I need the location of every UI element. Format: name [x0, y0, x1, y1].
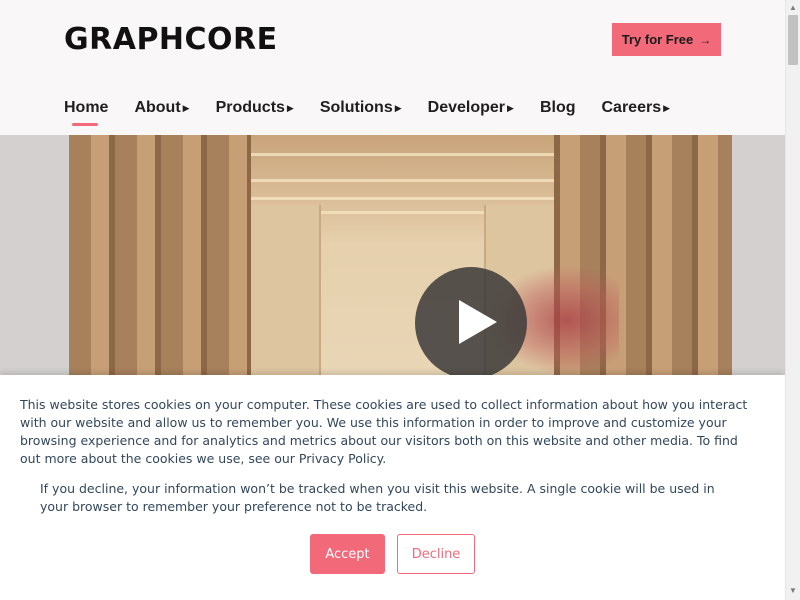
- hero-section: [0, 135, 785, 375]
- cookie-banner: This website stores cookies on your comp…: [0, 375, 785, 600]
- nav-item-about[interactable]: About ▶: [134, 96, 189, 120]
- nav-item-solutions[interactable]: Solutions ▶: [320, 96, 402, 120]
- caret-right-icon: ▶: [663, 102, 671, 113]
- nav-item-label: Blog: [539, 99, 576, 116]
- server-rack-left-image: [69, 135, 251, 375]
- scrollbar-thumb[interactable]: [788, 15, 798, 65]
- site-header: GRAPHCORE Try for Free → Home About ▶ Pr…: [0, 0, 785, 135]
- vertical-scrollbar[interactable]: ▲ ▼: [785, 0, 800, 600]
- arrow-right-icon: →: [699, 32, 712, 47]
- play-icon: [459, 300, 497, 344]
- nav-item-label: Home: [64, 99, 109, 116]
- nav-item-home[interactable]: Home: [64, 96, 109, 126]
- ceiling-light: [251, 179, 554, 182]
- try-for-free-label: Try for Free: [621, 32, 694, 47]
- nav-item-blog[interactable]: Blog: [540, 96, 576, 120]
- ceiling-light: [251, 153, 554, 156]
- caret-right-icon: ▶: [286, 102, 294, 113]
- try-for-free-button[interactable]: Try for Free →: [612, 23, 721, 56]
- cookie-notice-text: This website stores cookies on your comp…: [20, 397, 748, 466]
- nav-item-developer[interactable]: Developer ▶: [428, 96, 514, 120]
- main-nav: Home About ▶ Products ▶ Solutions ▶ Deve…: [64, 96, 696, 126]
- graphcore-logo[interactable]: GRAPHCORE: [64, 24, 278, 56]
- scroll-down-arrow-icon[interactable]: ▼: [789, 586, 797, 595]
- caret-right-icon: ▶: [182, 102, 190, 113]
- nav-item-products[interactable]: Products ▶: [216, 96, 294, 120]
- nav-item-label: Solutions: [319, 99, 393, 116]
- nav-item-label: Products: [215, 99, 285, 116]
- nav-item-label: About: [134, 99, 181, 116]
- hero-video[interactable]: [69, 135, 732, 375]
- cookie-decline-info-text: If you decline, your information won’t b…: [40, 481, 715, 514]
- ceiling-light: [251, 197, 554, 200]
- decline-cookies-button[interactable]: Decline: [397, 534, 475, 574]
- play-button[interactable]: [415, 267, 527, 375]
- caret-right-icon: ▶: [394, 102, 402, 113]
- scroll-up-arrow-icon[interactable]: ▲: [789, 3, 797, 12]
- server-rack-image: [251, 205, 321, 375]
- accept-cookies-button[interactable]: Accept: [310, 534, 385, 574]
- nav-item-label: Developer: [427, 99, 506, 116]
- nav-item-careers[interactable]: Careers ▶: [602, 96, 671, 120]
- nav-item-label: Careers: [601, 99, 662, 116]
- caret-right-icon: ▶: [507, 102, 514, 113]
